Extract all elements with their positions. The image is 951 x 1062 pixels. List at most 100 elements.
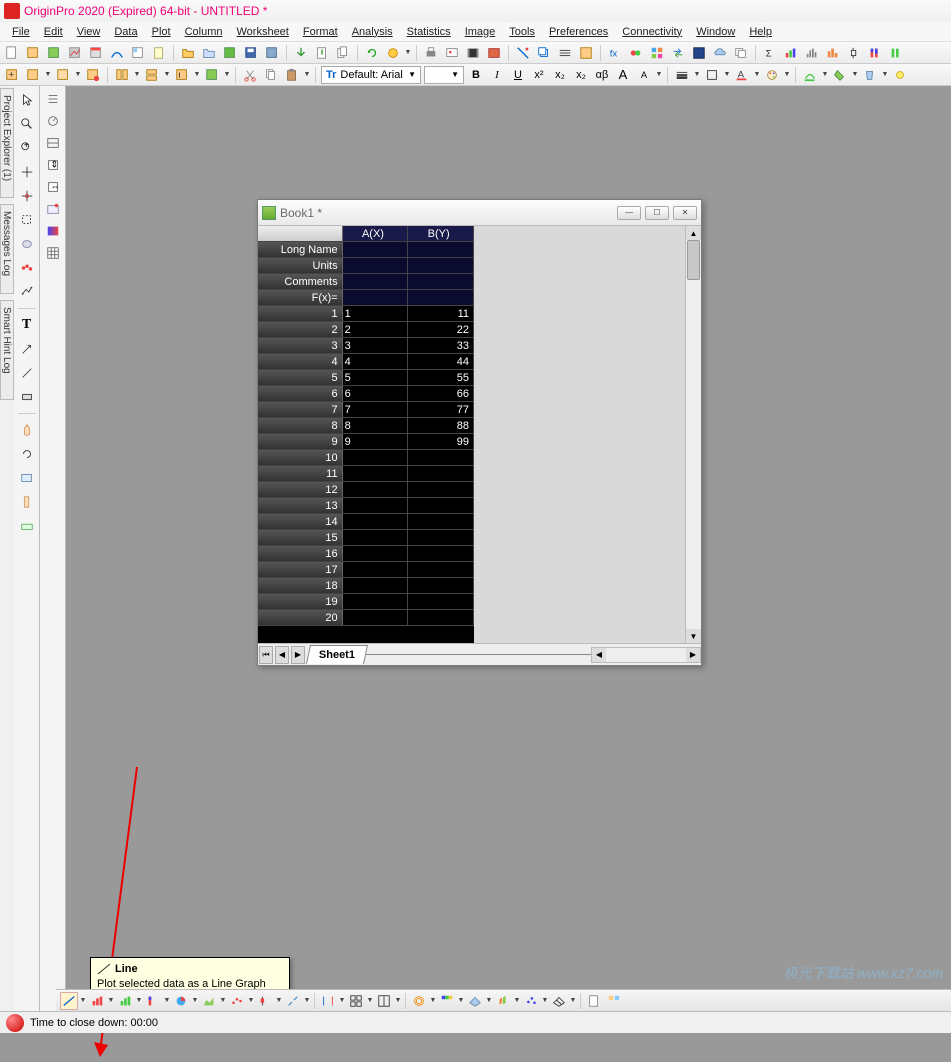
cell-a[interactable]: 9 xyxy=(343,434,409,449)
smart-hint-log-tab[interactable]: Smart Hint Log xyxy=(0,300,14,400)
cell-b[interactable]: 44 xyxy=(408,354,474,369)
spreadsheet-icon[interactable] xyxy=(44,244,62,262)
import-multi-icon[interactable] xyxy=(334,44,352,62)
cell-b[interactable]: 55 xyxy=(408,370,474,385)
sigma-icon[interactable]: Σ xyxy=(761,44,779,62)
data-reader-icon[interactable] xyxy=(17,186,37,206)
border-style-icon[interactable] xyxy=(703,66,721,84)
python-console-icon[interactable] xyxy=(690,44,708,62)
bucket-icon[interactable] xyxy=(861,66,879,84)
worksheet2-icon[interactable] xyxy=(54,66,72,84)
cell-b[interactable] xyxy=(408,498,474,513)
cell-a[interactable] xyxy=(343,466,409,481)
cell-b[interactable] xyxy=(408,466,474,481)
refresh-icon[interactable] xyxy=(556,44,574,62)
row-number[interactable]: 19 xyxy=(258,594,343,609)
cell-a[interactable]: 6 xyxy=(343,386,409,401)
cell-b[interactable] xyxy=(408,578,474,593)
print-icon[interactable] xyxy=(422,44,440,62)
workbook-titlebar[interactable]: Book1 * — ☐ ✕ xyxy=(258,200,701,226)
stack-icon[interactable] xyxy=(143,66,161,84)
cell-a[interactable]: 5 xyxy=(343,370,409,385)
font-selector[interactable]: Tr Default: Arial ▼ xyxy=(321,66,421,84)
transfer-icon[interactable] xyxy=(669,44,687,62)
dropdown-icon[interactable]: ▼ xyxy=(192,993,198,1009)
cell-a[interactable]: 1 xyxy=(343,306,409,321)
windows-icon[interactable] xyxy=(732,44,750,62)
new-project-icon[interactable] xyxy=(3,44,21,62)
bar-plot-button[interactable] xyxy=(88,992,106,1010)
new-layout-icon[interactable] xyxy=(129,44,147,62)
dropdown-icon[interactable]: ▼ xyxy=(822,67,828,83)
paste-icon[interactable] xyxy=(283,66,301,84)
minimize-button[interactable]: — xyxy=(617,206,641,220)
dropdown-icon[interactable]: ▼ xyxy=(339,993,345,1009)
menu-data[interactable]: Data xyxy=(108,24,143,40)
save-template-icon[interactable] xyxy=(263,44,281,62)
trellis-button[interactable] xyxy=(375,992,393,1010)
dropdown-icon[interactable]: ▼ xyxy=(542,993,548,1009)
text-tool-icon[interactable]: T xyxy=(17,315,37,335)
slideshow-icon[interactable] xyxy=(443,44,461,62)
longname-label[interactable]: Long Name xyxy=(258,242,343,257)
menu-image[interactable]: Image xyxy=(459,24,502,40)
dropdown-icon[interactable]: ▼ xyxy=(304,67,310,83)
batch-process-icon[interactable] xyxy=(384,44,402,62)
cell-b[interactable] xyxy=(408,530,474,545)
cell-a[interactable] xyxy=(343,562,409,577)
menu-preferences[interactable]: Preferences xyxy=(543,24,614,40)
sheet-tab[interactable]: Sheet1 xyxy=(306,645,368,664)
scroll-thumb[interactable] xyxy=(687,240,700,280)
code-builder-icon[interactable] xyxy=(577,44,595,62)
stacked-bar-button[interactable] xyxy=(144,992,162,1010)
3d-bars-button[interactable] xyxy=(494,992,512,1010)
cell-b[interactable] xyxy=(408,610,474,625)
new-matrix-icon[interactable] xyxy=(87,44,105,62)
copy-icon[interactable] xyxy=(262,66,280,84)
cell-a[interactable]: 7 xyxy=(343,402,409,417)
screen-reader-icon[interactable] xyxy=(17,162,37,182)
zoom-icon[interactable] xyxy=(17,114,37,134)
dropdown-icon[interactable]: ▼ xyxy=(134,67,140,83)
cell-b[interactable]: 88 xyxy=(408,418,474,433)
italic-button[interactable]: I xyxy=(488,66,506,84)
row-number[interactable]: 14 xyxy=(258,514,343,529)
dropdown-icon[interactable]: ▼ xyxy=(220,993,226,1009)
cell-a[interactable] xyxy=(343,450,409,465)
colormap-icon[interactable] xyxy=(44,222,62,240)
3d-surface-button[interactable] xyxy=(466,992,484,1010)
extract-icon[interactable] xyxy=(113,66,131,84)
increase-font-button[interactable]: A xyxy=(614,66,632,84)
dropdown-icon[interactable]: ▼ xyxy=(367,993,373,1009)
row-number[interactable]: 5 xyxy=(258,370,343,385)
cell-a[interactable] xyxy=(343,530,409,545)
cell-a[interactable] xyxy=(343,610,409,625)
import-single-icon[interactable] xyxy=(313,44,331,62)
antialias-icon[interactable] xyxy=(44,134,62,152)
dropdown-icon[interactable]: ▼ xyxy=(656,67,662,83)
stacked-icon[interactable] xyxy=(866,44,884,62)
bar-chart-icon[interactable] xyxy=(782,44,800,62)
menu-view[interactable]: View xyxy=(71,24,107,40)
dropdown-icon[interactable]: ▼ xyxy=(304,993,310,1009)
row-number[interactable]: 4 xyxy=(258,354,343,369)
dropdown-icon[interactable]: ▼ xyxy=(395,993,401,1009)
sheet-nav-first[interactable]: ⏮ xyxy=(259,646,273,664)
menu-tools[interactable]: Tools xyxy=(503,24,541,40)
fill-color-icon[interactable] xyxy=(831,66,849,84)
scroll-down-icon[interactable]: ▼ xyxy=(686,629,701,643)
add-column-icon[interactable]: + xyxy=(3,66,21,84)
open-icon[interactable] xyxy=(179,44,197,62)
rotate-tool-icon[interactable] xyxy=(17,444,37,464)
cell-b[interactable]: 11 xyxy=(408,306,474,321)
maximize-button[interactable]: ☐ xyxy=(645,206,669,220)
dropdown-icon[interactable]: ▼ xyxy=(458,993,464,1009)
column-a-header[interactable]: A(X) xyxy=(343,226,409,241)
open-template-icon[interactable] xyxy=(200,44,218,62)
row-number[interactable]: 11 xyxy=(258,466,343,481)
new-excel-icon[interactable] xyxy=(45,44,63,62)
dropdown-icon[interactable]: ▼ xyxy=(164,993,170,1009)
vector-plot-button[interactable] xyxy=(284,992,302,1010)
multi-panel-button[interactable] xyxy=(347,992,365,1010)
cell-b[interactable] xyxy=(408,482,474,497)
